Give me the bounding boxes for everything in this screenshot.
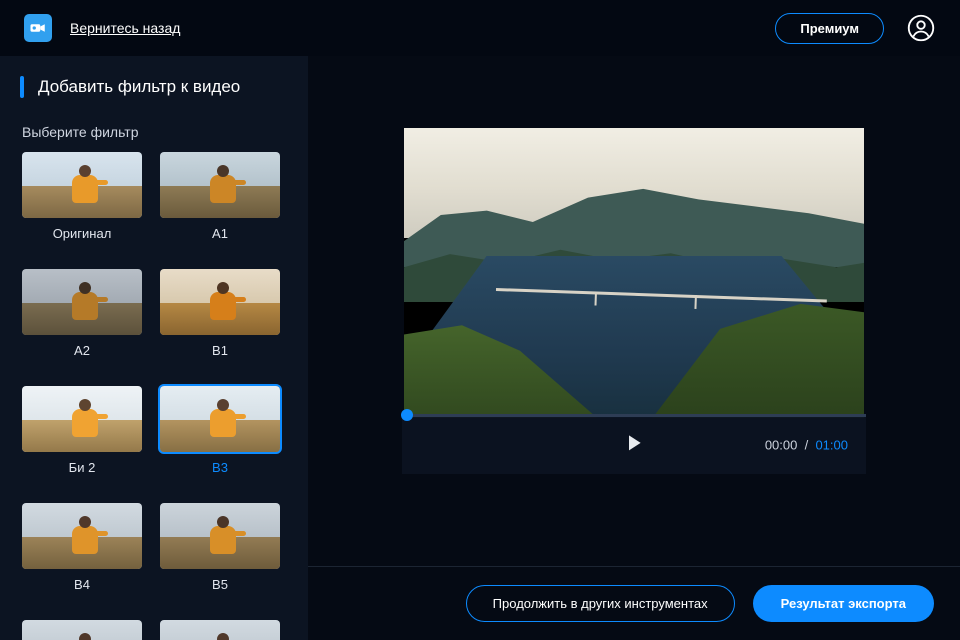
filter-label: В4 [74, 577, 90, 592]
progress-track[interactable] [402, 414, 866, 417]
time-separator: / [801, 437, 815, 452]
video-frame[interactable] [404, 128, 864, 418]
filter-item-b1[interactable]: В1 [158, 267, 282, 358]
current-time: 00:00 [765, 437, 798, 452]
filter-item-b2[interactable]: Би 2 [20, 384, 144, 475]
filter-label: А1 [212, 226, 228, 241]
filter-thumbnail [158, 618, 282, 640]
camera-icon [29, 19, 47, 37]
time-display: 00:00 / 01:00 [765, 437, 848, 452]
filter-item-orig[interactable]: Оригинал [20, 150, 144, 241]
user-icon [907, 14, 935, 42]
video-preview-image [404, 128, 864, 418]
header: Вернитесь назад Премиум [0, 0, 960, 56]
filter-thumbnail [20, 150, 144, 220]
filter-thumbnail [20, 267, 144, 337]
video-box: 00:00 / 01:00 [404, 128, 864, 418]
app-logo [24, 14, 52, 42]
filter-thumbnail [158, 384, 282, 454]
back-link[interactable]: Вернитесь назад [70, 20, 180, 36]
sidebar: Добавить фильтр к видео Выберите фильтр … [0, 56, 308, 640]
preview-area: 00:00 / 01:00 Продолжить в других инстру… [308, 56, 960, 640]
page-title: Добавить фильтр к видео [38, 77, 240, 97]
bottom-bar: Продолжить в других инструментах Результ… [308, 566, 960, 640]
player-controls: 00:00 / 01:00 [402, 414, 866, 474]
filter-label: В5 [212, 577, 228, 592]
account-button[interactable] [906, 13, 936, 43]
filter-thumbnail [158, 267, 282, 337]
filter-item-b4[interactable]: В4 [20, 501, 144, 592]
filter-item-extra[interactable] [158, 618, 282, 640]
filter-item-a2[interactable]: А2 [20, 267, 144, 358]
preview-stage: 00:00 / 01:00 [308, 56, 960, 566]
filter-label: В1 [212, 343, 228, 358]
filter-thumbnail [20, 384, 144, 454]
filter-thumbnail [20, 618, 144, 640]
filter-label: А2 [74, 343, 90, 358]
section-header: Добавить фильтр к видео [20, 76, 308, 98]
premium-button[interactable]: Премиум [775, 13, 884, 44]
filter-label: В3 [212, 460, 228, 475]
play-button[interactable] [624, 432, 644, 459]
filter-item-b3[interactable]: В3 [158, 384, 282, 475]
filter-label: Би 2 [69, 460, 96, 475]
filter-item-a1[interactable]: А1 [158, 150, 282, 241]
filter-grid: Оригинал А1 А2 В1 Би 2 В3 В4 В5 [20, 150, 308, 640]
filter-label: Оригинал [53, 226, 112, 241]
continue-tools-button[interactable]: Продолжить в других инструментах [466, 585, 735, 622]
filter-thumbnail [158, 501, 282, 571]
filter-item-b5[interactable]: В5 [158, 501, 282, 592]
section-accent [20, 76, 24, 98]
export-button[interactable]: Результат экспорта [753, 585, 934, 622]
filter-thumbnail [20, 501, 144, 571]
choose-filter-label: Выберите фильтр [20, 124, 308, 140]
duration: 01:00 [815, 437, 848, 452]
progress-handle[interactable] [401, 409, 413, 421]
play-icon [624, 432, 644, 454]
filter-item-extra[interactable] [20, 618, 144, 640]
filter-thumbnail [158, 150, 282, 220]
